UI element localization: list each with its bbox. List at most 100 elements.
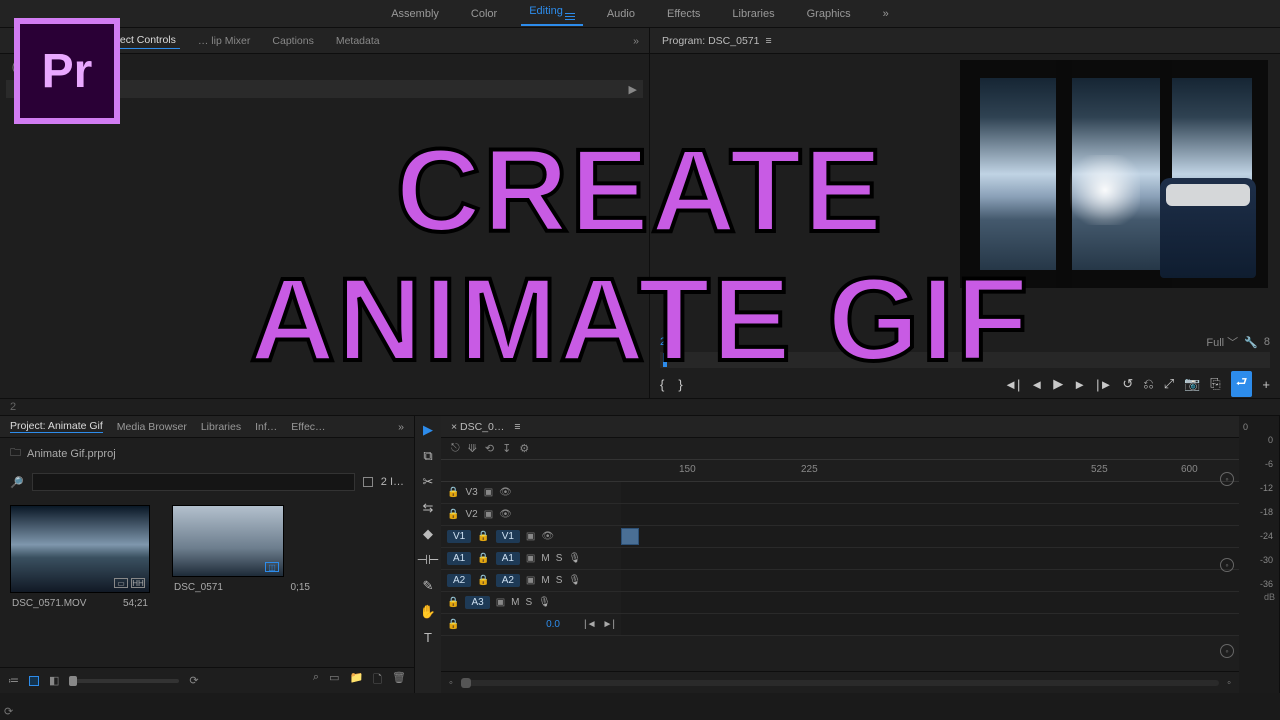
go-in-button[interactable]: ◄| <box>1004 377 1020 392</box>
trash-button[interactable]: 🗑 <box>392 671 406 690</box>
track-a1[interactable]: A1🔒A1▣MS🎙 <box>441 548 1239 570</box>
track-mix[interactable]: 🔒0.0|◄►| <box>441 614 1239 636</box>
ws-tab-assembly[interactable]: Assembly <box>383 4 447 24</box>
lock-icon[interactable]: 🔒 <box>447 487 459 498</box>
panel-menu-icon[interactable]: » <box>633 35 639 47</box>
track-a2[interactable]: A2🔒A2▣MS🎙 <box>441 570 1239 592</box>
ws-tab-audio[interactable]: Audio <box>599 4 643 24</box>
time-ruler[interactable]: 150 225 525 600 <box>441 460 1239 482</box>
lock-icon[interactable]: 🔒 <box>477 531 489 542</box>
track-target-v1[interactable]: V1 <box>496 530 520 543</box>
source-tab-clip-mixer[interactable]: … lip Mixer <box>194 33 255 49</box>
solo-button[interactable]: S <box>556 575 563 586</box>
track-v2[interactable]: 🔒V2▣👁 <box>441 504 1239 526</box>
ws-tab-effects[interactable]: Effects <box>659 4 708 24</box>
source-patch-a1[interactable]: A1 <box>447 552 471 565</box>
project-tab-libraries[interactable]: Libraries <box>201 421 241 433</box>
program-timebar[interactable] <box>660 352 1270 368</box>
step-fwd-button[interactable]: ► <box>1073 377 1086 392</box>
list-view-button[interactable]: ≔ <box>8 674 19 687</box>
program-monitor[interactable] <box>650 54 1280 332</box>
track-v1[interactable]: V1 🔒 V1 ▣ 👁 <box>441 526 1239 548</box>
lock-icon[interactable]: 🔒 <box>447 509 459 520</box>
track-target-a3[interactable]: A3 <box>465 596 489 609</box>
timeline-vscroll-handles[interactable]: ◦◦◦ <box>1220 472 1234 658</box>
rectangle-tool[interactable]: ⊣⊢ <box>417 552 440 568</box>
track-target-a1[interactable]: A1 <box>496 552 520 565</box>
sequence-tab[interactable]: × DSC_0… <box>451 421 504 433</box>
fx-icon[interactable]: ▣ <box>484 509 493 520</box>
project-item-2[interactable]: ◫ DSC_05710;15 <box>172 505 312 614</box>
mark-out-button[interactable]: } <box>678 377 682 392</box>
mute-button[interactable]: M <box>541 553 549 564</box>
eye-icon[interactable]: 👁 <box>541 531 554 542</box>
new-folder-button[interactable]: 📁 <box>349 671 363 690</box>
settings-button[interactable]: ⚙ <box>519 442 529 455</box>
fx-icon[interactable]: ▣ <box>526 531 535 542</box>
ws-tab-editing[interactable]: Editing <box>521 1 583 26</box>
snap-button[interactable]: ⎋ <box>451 442 460 455</box>
slip-tool[interactable]: ⇆ <box>423 500 434 516</box>
source-patch-v1[interactable]: V1 <box>447 530 471 543</box>
eye-icon[interactable]: 👁 <box>499 487 512 498</box>
next-edit-button[interactable]: ►| <box>603 619 616 630</box>
program-menu-icon[interactable]: ≡ <box>765 35 771 47</box>
project-tab-project[interactable]: Project: Animate Gif <box>10 420 103 433</box>
type-tool[interactable]: T <box>424 630 432 645</box>
project-tab-effects[interactable]: Effec… <box>291 421 325 433</box>
new-bin-button[interactable]: ▭ <box>329 671 339 690</box>
timeline-hscroll[interactable] <box>461 680 1219 686</box>
lock-icon[interactable]: 🔒 <box>447 597 459 608</box>
mic-icon[interactable]: 🎙 <box>568 575 581 586</box>
mic-icon[interactable]: 🎙 <box>538 597 551 608</box>
selection-tool[interactable]: ▶ <box>423 422 433 438</box>
mark-in-button[interactable]: { <box>660 377 664 392</box>
new-item-button[interactable]: 🗋 <box>373 671 382 690</box>
play-button[interactable]: ▶ <box>1053 376 1063 392</box>
step-back-button[interactable]: ◄ <box>1030 377 1043 392</box>
hscroll-left[interactable]: ◦ <box>449 677 453 689</box>
source-tab-captions[interactable]: Captions <box>268 33 317 49</box>
lock-icon[interactable]: 🔒 <box>477 553 489 564</box>
linked-button[interactable]: ⟱ <box>468 442 477 455</box>
filter-icon[interactable] <box>363 477 373 487</box>
export-frame-button[interactable]: ⮐ <box>1231 371 1253 397</box>
extract-button[interactable]: ⎌ <box>1143 376 1153 392</box>
mute-button[interactable]: M <box>541 575 549 586</box>
eye-icon[interactable]: 👁 <box>499 509 512 520</box>
add-button[interactable]: + <box>1262 377 1270 392</box>
zoom-slider[interactable] <box>69 679 179 683</box>
lift-button[interactable]: ↺ <box>1122 376 1133 392</box>
safe-margin-button[interactable]: ⤢ <box>1164 376 1174 392</box>
track-a3[interactable]: 🔒A3▣MS🎙 <box>441 592 1239 614</box>
resolution-dropdown[interactable]: Full ﹀ <box>1206 334 1238 350</box>
source-tab-metadata[interactable]: Metadata <box>332 33 384 49</box>
icon-view-button[interactable] <box>29 676 39 686</box>
track-v3[interactable]: 🔒V3▣👁 <box>441 482 1239 504</box>
timeline-menu-icon[interactable]: ≡ <box>514 421 520 433</box>
snapshot-button[interactable]: 📷 <box>1184 376 1200 392</box>
comparison-button[interactable]: ⎘ <box>1210 376 1220 392</box>
mute-button[interactable]: M <box>511 597 519 608</box>
mic-icon[interactable]: 🎙 <box>568 553 581 564</box>
lock-icon[interactable]: 🔒 <box>477 575 489 586</box>
project-tab-media[interactable]: Media Browser <box>117 421 187 433</box>
ws-tab-color[interactable]: Color <box>463 4 505 24</box>
project-search-input[interactable] <box>32 473 355 491</box>
razor-tool[interactable]: ✎ <box>423 578 434 594</box>
fx-icon[interactable]: ▣ <box>484 487 493 498</box>
panel-overflow-icon[interactable]: » <box>398 421 404 433</box>
project-item-1[interactable]: ▭HH DSC_0571.MOV54;21 <box>10 505 150 614</box>
ws-tab-libraries[interactable]: Libraries <box>724 4 782 24</box>
video-clip[interactable] <box>621 528 639 545</box>
freeform-button[interactable]: ◧ <box>49 674 59 687</box>
source-patch-a2[interactable]: A2 <box>447 574 471 587</box>
track-select-tool[interactable]: ⧉ <box>423 448 432 464</box>
ws-overflow-icon[interactable]: » <box>875 8 897 20</box>
solo-button[interactable]: S <box>556 553 563 564</box>
sort-button[interactable]: ⟳ <box>189 674 198 687</box>
find-button[interactable]: ⌕ <box>313 671 319 690</box>
wrench-icon[interactable]: 🔧 <box>1244 336 1258 349</box>
timeline-tracks[interactable]: 🔒V3▣👁 🔒V2▣👁 V1🔒V1▣👁 A1🔒A1▣MS🎙 A2🔒A2▣MS🎙 … <box>441 482 1239 671</box>
insert-button[interactable]: ↧ <box>502 442 511 455</box>
